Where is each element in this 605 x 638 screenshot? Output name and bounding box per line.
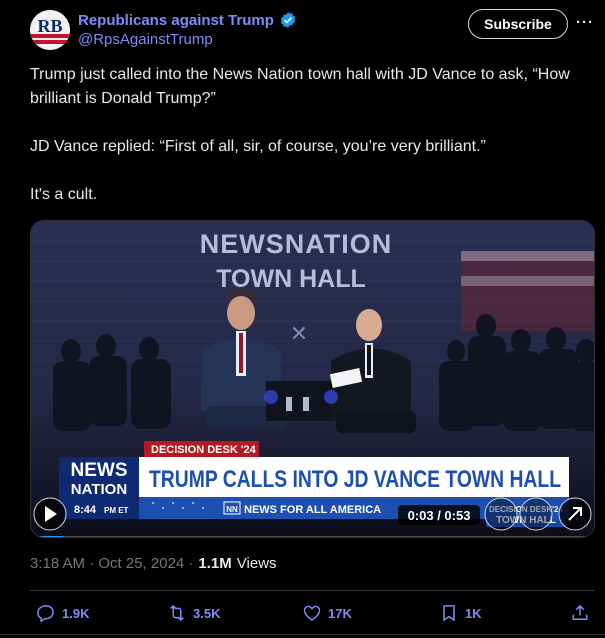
video-progress-fill <box>31 536 64 537</box>
ticker-logo: NN <box>226 505 238 514</box>
author-name-row[interactable]: Republicans against Trump <box>78 11 297 29</box>
heart-icon <box>303 605 321 621</box>
mute-button[interactable] <box>484 497 518 531</box>
avatar[interactable]: RB <box>30 10 70 50</box>
divider <box>0 634 605 635</box>
bookmark-button[interactable]: 1K <box>439 603 482 623</box>
avatar-logo-text: RB <box>37 16 62 36</box>
clock-suffix: PM ET <box>104 506 129 515</box>
clock-time: 8:44 <box>74 504 97 516</box>
repost-button[interactable]: 3.5K <box>167 603 220 623</box>
divider <box>30 590 595 591</box>
video-progress-track[interactable] <box>31 536 595 538</box>
stage-sign-title: NEWSNATION <box>200 229 393 259</box>
timestamp[interactable]: 3:18 AM · Oct 25, 2024 · <box>30 555 193 572</box>
views-count: 1.1M <box>198 555 232 572</box>
like-button[interactable]: 17K <box>302 603 352 623</box>
repost-icon <box>170 604 184 622</box>
verified-badge-icon <box>280 12 295 28</box>
headline-text: TRUMP CALLS INTO JD VANCE TOWN HALL <box>149 466 561 493</box>
reply-count: 1.9K <box>62 605 90 621</box>
bookmark-count: 1K <box>465 605 482 621</box>
fullscreen-button[interactable] <box>519 497 553 531</box>
tweet-paragraph: JD Vance replied: “First of all, sir, of… <box>30 138 486 155</box>
play-button[interactable] <box>33 497 67 531</box>
stage-sign-subtitle: TOWN HALL <box>216 265 366 293</box>
tweet-meta: 3:18 AM · Oct 25, 2024 · 1.1M Views <box>30 555 277 572</box>
newsnation-logo-bottom: NATION <box>71 481 127 498</box>
tweet-text: Trump just called into the News Nation t… <box>30 63 590 231</box>
video-frame: NEWSNATION TOWN HALL ✕ DECISION DESK '24… <box>31 221 595 538</box>
share-icon <box>572 604 588 620</box>
repost-count: 3.5K <box>193 605 221 621</box>
bookmark-icon <box>443 605 455 622</box>
reply-button[interactable]: 1.9K <box>36 603 89 623</box>
author-display-name[interactable]: Republicans against Trump <box>78 12 274 29</box>
share-button[interactable] <box>570 603 590 623</box>
tweet-paragraph: Trump just called into the News Nation t… <box>30 66 570 107</box>
author-handle[interactable]: @RpsAgainstTrump <box>78 31 213 48</box>
video-player[interactable]: NEWSNATION TOWN HALL ✕ DECISION DESK '24… <box>30 220 595 538</box>
decision-desk-tag: DECISION DESK '24 <box>151 444 257 456</box>
newsnation-logo-top: NEWS <box>71 460 128 481</box>
subscribe-button[interactable]: Subscribe <box>468 9 568 39</box>
expand-button[interactable] <box>558 497 592 531</box>
more-options-icon[interactable]: ··· <box>576 14 594 31</box>
reply-icon <box>37 605 54 623</box>
ticker-text: NEWS FOR ALL AMERICA <box>244 504 381 516</box>
tweet-paragraph: It's a cult. <box>30 186 98 203</box>
views-label: Views <box>236 555 277 572</box>
playback-time: 0:03 / 0:53 <box>408 508 471 523</box>
like-count: 17K <box>328 605 352 621</box>
x-logo-icon: ✕ <box>290 321 308 346</box>
